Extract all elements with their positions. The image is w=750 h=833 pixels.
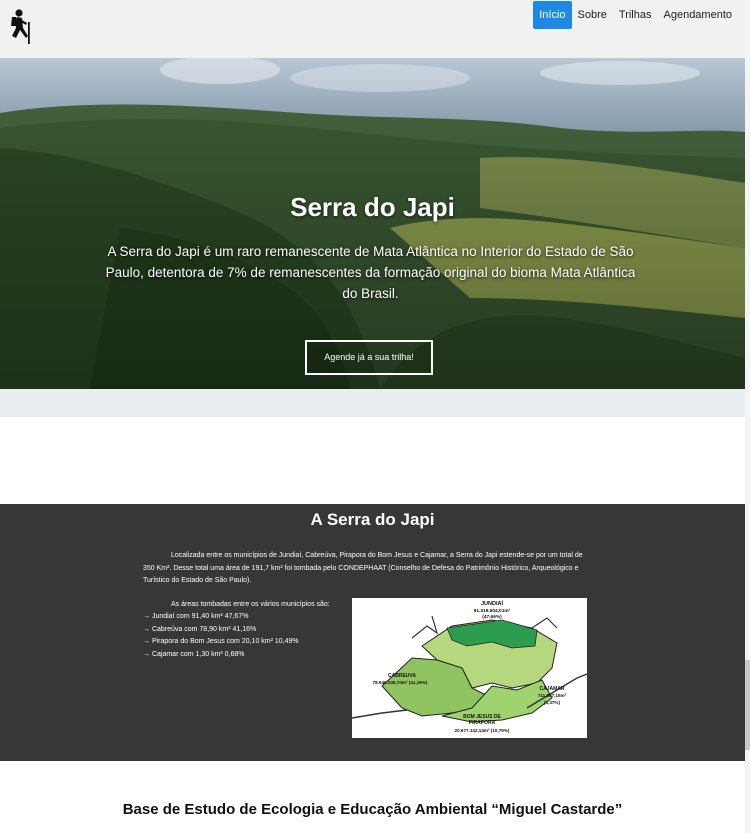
nav-item-agendamento[interactable]: Agendamento	[658, 1, 739, 29]
nav-item-inicio[interactable]: Início	[533, 1, 572, 29]
hero-title: Serra do Japi	[290, 192, 455, 222]
svg-text:(47,66%): (47,66%)	[482, 614, 502, 620]
list-item: → Cabreúva com 78,90 km² 41,16%	[143, 625, 257, 633]
svg-text:(0,37%): (0,37%)	[544, 700, 561, 705]
serra-do-japi-map: JUNDIAÍ 91.318.604,01m² (47,66%) CABREUV…	[351, 598, 588, 738]
base-estudo-title: Base de Estudo de Ecologia e Educação Am…	[122, 801, 623, 818]
svg-text:78.946.245,70m² (41,19%): 78.946.245,70m² (41,19%)	[373, 680, 428, 685]
nav-item-sobre[interactable]: Sobre	[572, 1, 613, 29]
map-label-jundiai: JUNDIAÍ	[481, 599, 503, 607]
scrollbar-thumb[interactable]	[745, 660, 750, 750]
list-item: → Jundiaí com 91,40 km² 47,67%	[143, 613, 249, 621]
list-item: → Pirapora do Bom Jesus com 20,10 km² 10…	[143, 638, 299, 646]
about-paragraph: Localizada entre os municípios de Jundia…	[143, 552, 583, 584]
about-section: A Serra do Japi Localizada entre os muni…	[0, 504, 745, 761]
svg-text:91.318.604,01m²: 91.318.604,01m²	[474, 608, 511, 614]
svg-text:PIRAPORA: PIRAPORA	[469, 720, 496, 726]
nav-item-trilhas[interactable]: Trilhas	[613, 1, 658, 29]
areas-list: As áreas tombadas entre os vários municí…	[143, 599, 348, 661]
hero-description: A Serra do Japi é um raro remanescente d…	[105, 244, 636, 301]
map-label-cabreuva: CABREUVA	[388, 673, 416, 679]
hiker-icon[interactable]	[4, 8, 36, 44]
navbar: Início Sobre Trilhas Agendamento	[0, 0, 750, 58]
hero-bottom-strip	[0, 389, 745, 417]
svg-text:711.507,15m²: 711.507,15m²	[538, 693, 567, 698]
schedule-trail-button[interactable]: Agende já a sua trilha!	[305, 340, 433, 375]
svg-text:20.677.142,14m² (10,79%): 20.677.142,14m² (10,79%)	[455, 728, 510, 733]
areas-intro: As áreas tombadas entre os vários municí…	[171, 601, 330, 608]
about-title: A Serra do Japi	[310, 510, 435, 529]
main-nav: Início Sobre Trilhas Agendamento	[533, 1, 738, 29]
list-item: → Cajamar com 1,30 km² 0,68%	[143, 650, 245, 658]
map-label-cajamar: CAJAMAR	[540, 686, 565, 692]
hero-banner: Serra do Japi A Serra do Japi é um raro …	[0, 58, 745, 389]
